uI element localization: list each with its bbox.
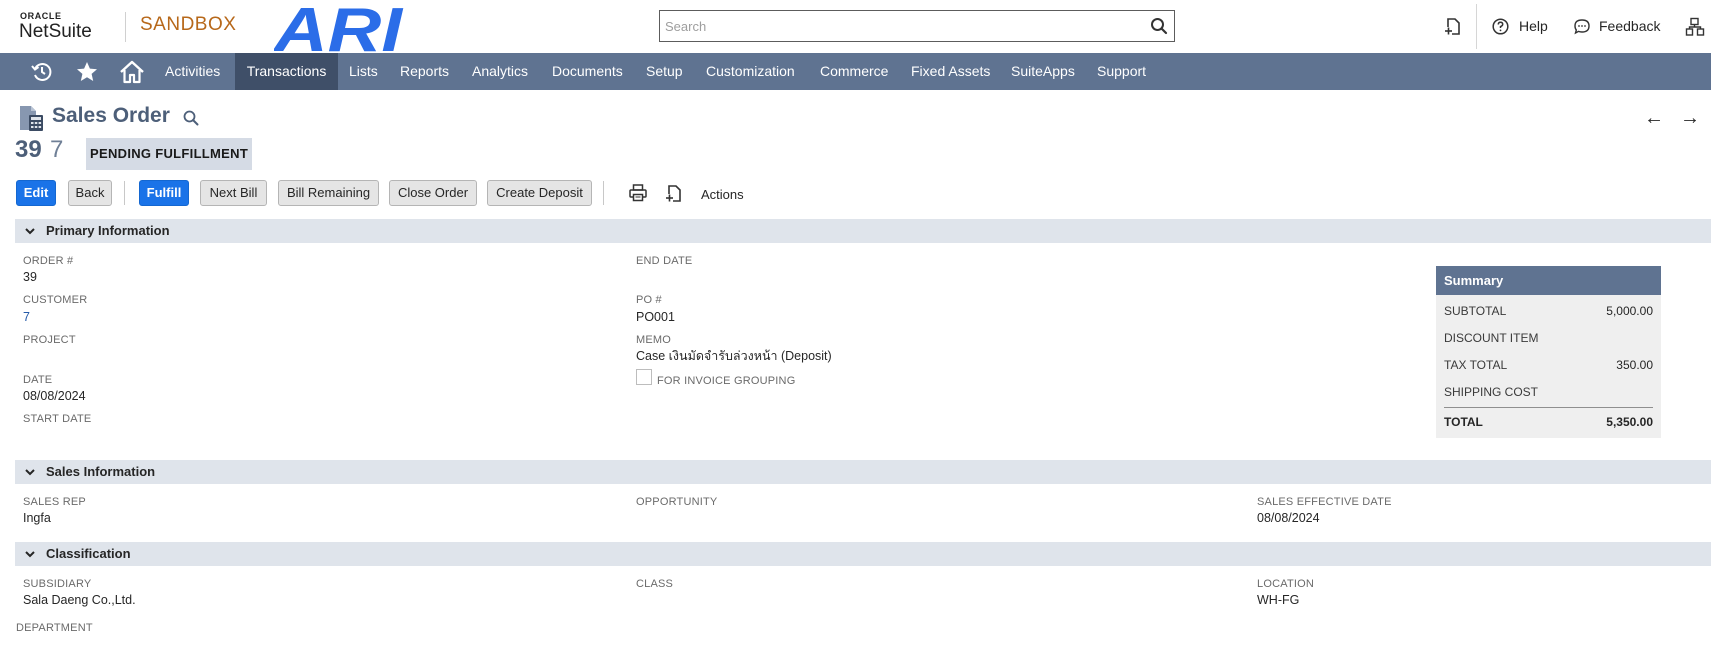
nav-setup[interactable]: Setup	[646, 53, 688, 90]
star-icon[interactable]	[73, 58, 101, 86]
feedback-icon[interactable]	[1573, 18, 1591, 35]
company-logo-text: ARI	[274, 0, 404, 53]
subtotal-value: 5,000.00	[1606, 304, 1653, 318]
print-icon[interactable]	[628, 183, 648, 203]
home-icon[interactable]	[118, 58, 146, 86]
nav-analytics[interactable]: Analytics	[472, 53, 534, 90]
discount-item-label: DISCOUNT ITEM	[1444, 331, 1539, 345]
section-title: Primary Information	[46, 223, 170, 238]
end-date-label: END DATE	[636, 255, 693, 267]
previous-record-arrow-icon[interactable]: ←	[1644, 108, 1664, 128]
section-title: Sales Information	[46, 464, 156, 479]
start-date-label: START DATE	[23, 413, 92, 425]
actions-menu[interactable]: Actions	[701, 187, 744, 202]
brand-divider	[125, 12, 126, 42]
role-switcher-icon[interactable]	[1685, 17, 1705, 37]
subsidiary-label: SUBSIDIARY	[23, 578, 92, 590]
main-navigation: Activities Transactions Lists Reports An…	[0, 53, 1711, 90]
sales-rep-value: Ingfa	[23, 511, 51, 525]
close-order-button[interactable]: Close Order	[389, 180, 477, 206]
feedback-link[interactable]: Feedback	[1599, 18, 1660, 34]
subtotal-label: SUBTOTAL	[1444, 304, 1507, 318]
next-record-arrow-icon[interactable]: →	[1680, 108, 1700, 128]
global-search[interactable]	[659, 10, 1175, 42]
record-number: 39	[15, 136, 42, 163]
search-icon[interactable]	[182, 109, 200, 127]
search-icon[interactable]	[1150, 17, 1168, 35]
netsuite-logo[interactable]: NetSuite	[19, 22, 92, 41]
sales-effective-date-label: SALES EFFECTIVE DATE	[1257, 496, 1392, 508]
create-new-icon[interactable]	[665, 183, 685, 203]
bill-remaining-button[interactable]: Bill Remaining	[278, 180, 379, 206]
company-logo: ARI	[274, 0, 404, 53]
summary-title: Summary	[1436, 266, 1661, 295]
location-label: LOCATION	[1257, 578, 1315, 590]
fulfill-button[interactable]: Fulfill	[139, 180, 189, 206]
nav-suiteapps[interactable]: SuiteApps	[1011, 53, 1079, 90]
customer-label: CUSTOMER	[23, 294, 88, 306]
date-label: DATE	[23, 374, 53, 386]
header-separator	[1476, 4, 1477, 49]
date-value: 08/08/2024	[23, 389, 86, 403]
shipping-cost-label: SHIPPING COST	[1444, 385, 1539, 399]
class-label: CLASS	[636, 578, 674, 590]
chevron-down-icon[interactable]	[24, 548, 36, 560]
nav-fixed-assets[interactable]: Fixed Assets	[911, 53, 993, 90]
sales-rep-label: SALES REP	[23, 496, 86, 508]
record-name: 7	[50, 136, 64, 163]
nav-transactions[interactable]: Transactions	[235, 53, 338, 90]
top-header: ORACLE NetSuite SANDBOX ARI Help Feedbac…	[0, 0, 1711, 53]
chevron-down-icon[interactable]	[24, 225, 36, 237]
nav-commerce[interactable]: Commerce	[820, 53, 894, 90]
nav-customization[interactable]: Customization	[706, 53, 802, 90]
help-link[interactable]: Help	[1519, 18, 1548, 34]
project-label: PROJECT	[23, 334, 76, 346]
help-icon[interactable]	[1492, 18, 1509, 35]
customer-link[interactable]: 7	[23, 311, 30, 324]
tax-total-value: 350.00	[1616, 358, 1653, 372]
status-badge: PENDING FULFILLMENT	[86, 138, 253, 170]
nav-activities[interactable]: Activities	[165, 53, 237, 90]
create-new-icon[interactable]	[1444, 16, 1464, 36]
invoice-grouping-checkbox[interactable]	[636, 369, 652, 385]
nav-support[interactable]: Support	[1097, 53, 1153, 90]
section-classification[interactable]: Classification	[15, 542, 1711, 566]
recent-records-icon[interactable]	[28, 58, 56, 86]
section-title: Classification	[46, 546, 131, 561]
nav-documents[interactable]: Documents	[552, 53, 628, 90]
edit-button[interactable]: Edit	[16, 180, 56, 206]
environment-label: SANDBOX	[140, 14, 237, 35]
memo-label: MEMO	[636, 334, 672, 346]
order-number-label: ORDER #	[23, 255, 74, 267]
location-value: WH-FG	[1257, 593, 1300, 607]
page-title: Sales Order	[52, 104, 170, 127]
po-number-value: PO001	[636, 310, 675, 324]
create-deposit-button[interactable]: Create Deposit	[487, 180, 592, 206]
oracle-wordmark: ORACLE	[20, 11, 62, 21]
section-primary-information[interactable]: Primary Information	[15, 219, 1711, 243]
tax-total-label: TAX TOTAL	[1444, 358, 1508, 372]
memo-value: Case เงินมัดจำรับล่วงหน้า (Deposit)	[636, 349, 832, 363]
section-sales-information[interactable]: Sales Information	[15, 460, 1711, 484]
sales-order-record-icon	[20, 106, 43, 131]
chevron-down-icon[interactable]	[24, 466, 36, 478]
summary-divider	[1444, 407, 1653, 408]
invoice-grouping-label: FOR INVOICE GROUPING	[657, 375, 796, 387]
next-bill-button[interactable]: Next Bill	[200, 180, 267, 206]
total-value: 5,350.00	[1606, 415, 1653, 429]
order-number-value: 39	[23, 270, 37, 284]
total-label: TOTAL	[1444, 415, 1483, 429]
opportunity-label: OPPORTUNITY	[636, 496, 718, 508]
nav-lists[interactable]: Lists	[349, 53, 389, 90]
department-label: DEPARTMENT	[16, 622, 93, 634]
nav-reports[interactable]: Reports	[400, 53, 456, 90]
po-number-label: PO #	[636, 294, 662, 306]
sales-effective-date-value: 08/08/2024	[1257, 511, 1320, 525]
subsidiary-value: Sala Daeng Co.,Ltd.	[23, 593, 136, 607]
search-input[interactable]	[663, 11, 1133, 41]
back-button[interactable]: Back	[68, 180, 112, 206]
button-separator	[124, 181, 125, 205]
summary-panel: Summary SUBTOTAL 5,000.00 DISCOUNT ITEM …	[1436, 266, 1661, 438]
button-separator	[603, 181, 604, 205]
